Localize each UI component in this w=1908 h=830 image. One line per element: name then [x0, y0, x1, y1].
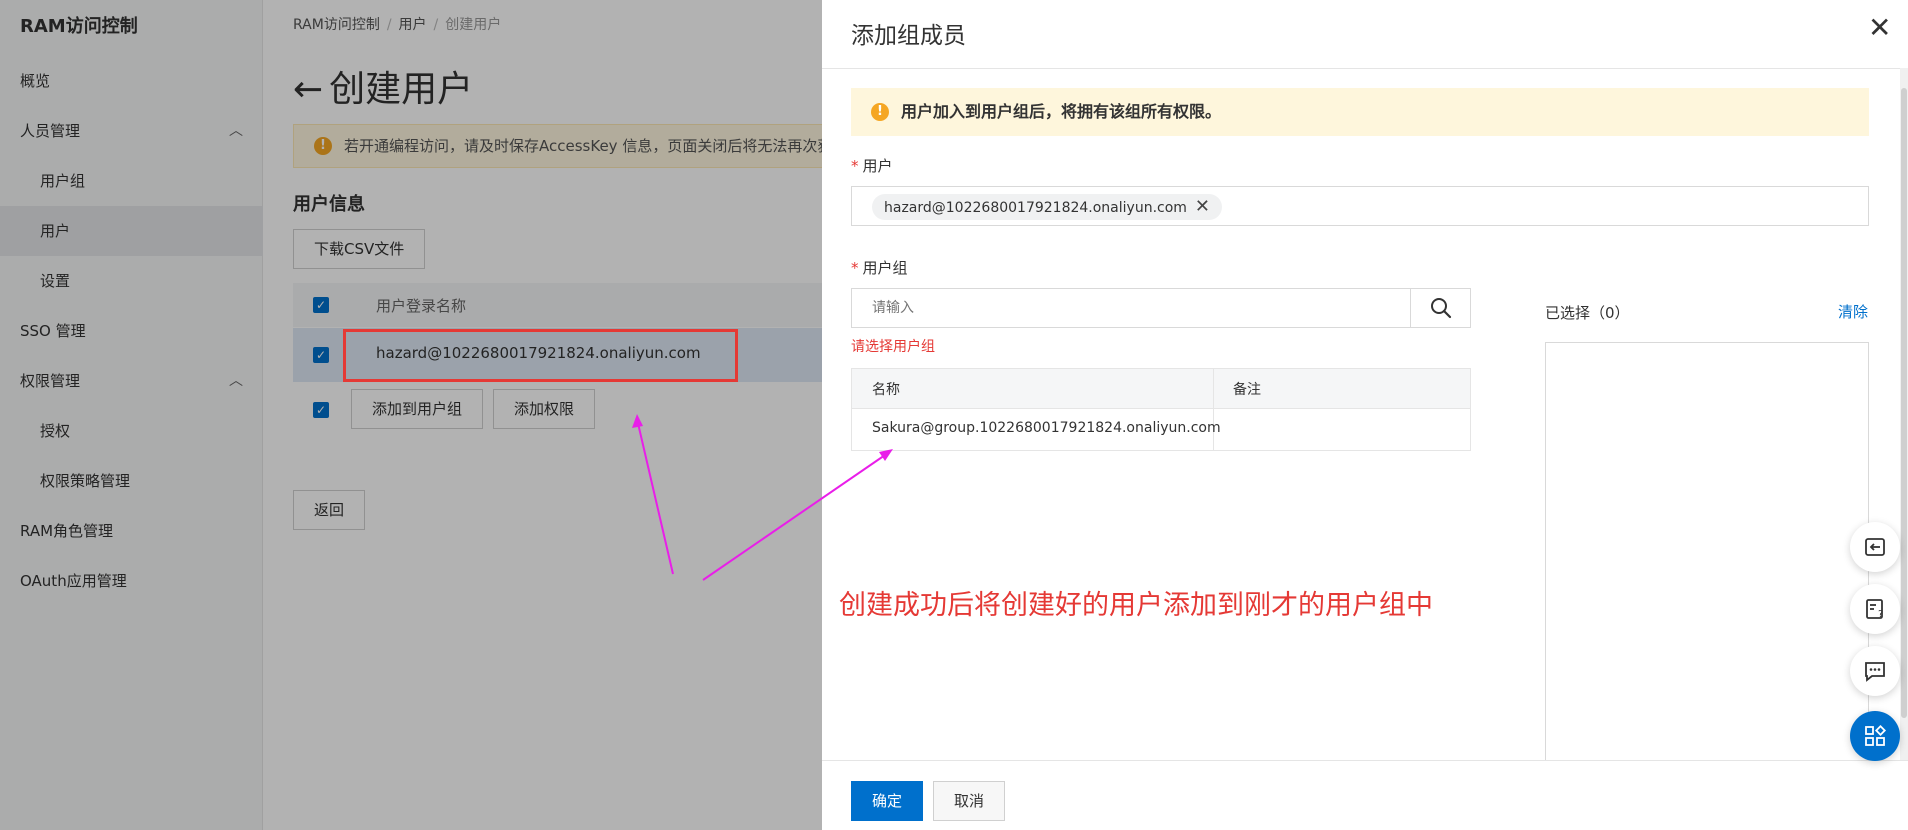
arrow-head: [632, 414, 643, 428]
annotation-arrow-right: [702, 452, 889, 581]
annotation-arrows: [632, 414, 893, 581]
arrow-head: [879, 449, 893, 461]
annotation-arrow-up: [636, 418, 674, 575]
